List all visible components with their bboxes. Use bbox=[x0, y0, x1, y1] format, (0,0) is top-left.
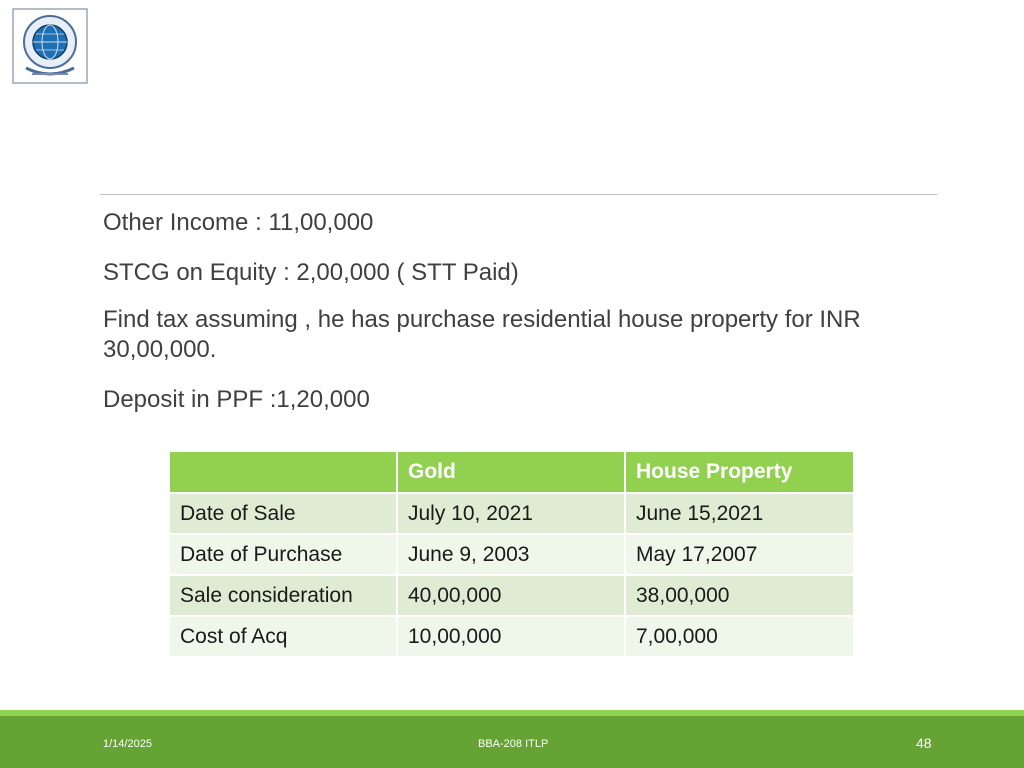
question-line: Find tax assuming , he has purchase resi… bbox=[103, 306, 861, 363]
row-label: Date of Sale bbox=[170, 493, 398, 535]
ppf-deposit-line: Deposit in PPF :1,20,000 bbox=[103, 386, 370, 413]
header-house-property: House Property bbox=[625, 452, 853, 494]
slide-number: 48 bbox=[916, 735, 932, 751]
capital-gains-table: Gold House Property Date of Sale July 10… bbox=[170, 452, 853, 658]
footer-date: 1/14/2025 bbox=[103, 738, 152, 750]
house-value: 38,00,000 bbox=[625, 575, 853, 617]
gold-value: 40,00,000 bbox=[397, 575, 626, 617]
house-value: May 17,2007 bbox=[625, 534, 853, 576]
other-income-line: Other Income : 11,00,000 bbox=[103, 209, 374, 236]
table-header-row: Gold House Property bbox=[170, 452, 853, 494]
institution-logo bbox=[12, 8, 88, 84]
table-row: Date of Sale July 10, 2021 June 15,2021 bbox=[170, 493, 853, 535]
header-blank-cell bbox=[170, 452, 398, 494]
slide-body: Other Income : 11,00,000 STCG on Equity … bbox=[103, 208, 933, 435]
gold-value: 10,00,000 bbox=[397, 616, 626, 658]
title-divider bbox=[100, 194, 937, 195]
stcg-line: STCG on Equity : 2,00,000 ( STT Paid) bbox=[103, 259, 519, 286]
row-label: Date of Purchase bbox=[170, 534, 398, 576]
row-label: Cost of Acq bbox=[170, 616, 398, 658]
house-value: 7,00,000 bbox=[625, 616, 853, 658]
institution-seal-icon bbox=[12, 8, 88, 84]
footer-course: BBA-208 ITLP bbox=[478, 738, 549, 750]
row-label: Sale consideration bbox=[170, 575, 398, 617]
table-row: Cost of Acq 10,00,000 7,00,000 bbox=[170, 616, 853, 658]
gold-value: July 10, 2021 bbox=[397, 493, 626, 535]
gold-value: June 9, 2003 bbox=[397, 534, 626, 576]
table-row: Date of Purchase June 9, 2003 May 17,200… bbox=[170, 534, 853, 576]
header-gold: Gold bbox=[397, 452, 626, 494]
house-value: June 15,2021 bbox=[625, 493, 853, 535]
table-row: Sale consideration 40,00,000 38,00,000 bbox=[170, 575, 853, 617]
